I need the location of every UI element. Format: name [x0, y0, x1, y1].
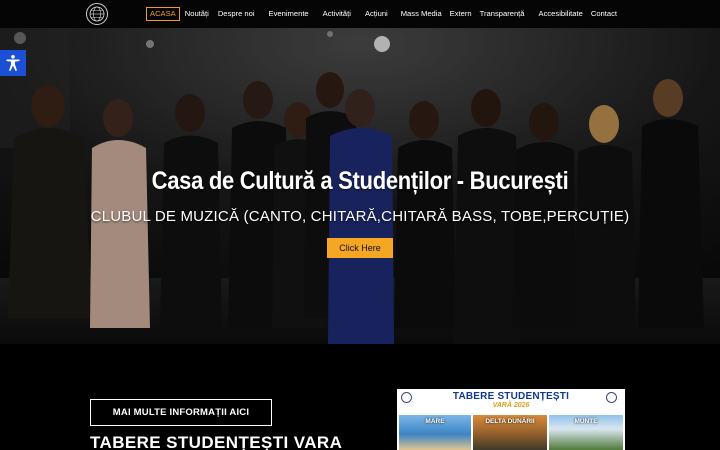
- globe-logo-icon: [89, 6, 105, 22]
- nav-item-evenimente[interactable]: Evenimente: [269, 8, 309, 20]
- poster-panel-label: DELTA DUNĂRII: [485, 418, 535, 425]
- accessibility-toggle-button[interactable]: [0, 50, 26, 76]
- poster-panel-mountain: MUNTE: [549, 415, 623, 450]
- info-section: MAI MULTE INFORMAȚII AICI TABERE STUDENȚ…: [0, 344, 720, 450]
- nav-item-acasa[interactable]: ACASA: [146, 7, 180, 21]
- poster-panel-label: MARE: [425, 418, 445, 425]
- site-logo[interactable]: [86, 3, 108, 25]
- nav-item-extern[interactable]: Extern: [450, 8, 472, 20]
- click-here-button[interactable]: Click Here: [327, 238, 393, 258]
- poster-panel-delta: DELTA DUNĂRII: [473, 415, 547, 450]
- section-heading: TABERE STUDENȚEȘTI VARA: [90, 433, 343, 450]
- hero-banner: Casa de Cultură a Studenților - Bucureșt…: [0, 28, 720, 344]
- nav-item-contact[interactable]: Contact: [591, 8, 617, 20]
- nav-item-transparenta[interactable]: Transparență: [480, 8, 525, 20]
- main-menu: ACASA Noutăți Despre noi Evenimente Acti…: [146, 7, 617, 21]
- nav-item-despre-noi[interactable]: Despre noi: [218, 8, 255, 20]
- student-camps-poster[interactable]: TABERE STUDENȚEȘTI VARĂ 2026 MARE DELTA …: [397, 389, 625, 450]
- poster-subtitle: VARĂ 2026: [492, 402, 530, 409]
- hero-subtitle: CLUBUL DE MUZICĂ (CANTO, CHITARĂ,CHITARĂ…: [90, 208, 630, 225]
- poster-panel-sea: MARE: [399, 415, 471, 450]
- nav-item-accesibilitate[interactable]: Accesibilitate: [539, 8, 583, 20]
- nav-item-mass-media[interactable]: Mass Media: [401, 8, 442, 20]
- poster-title: TABERE STUDENȚEȘTI: [452, 391, 570, 402]
- poster-panel-label: MUNTE: [574, 418, 598, 425]
- nav-item-activitati[interactable]: Activități: [323, 8, 351, 20]
- accessibility-icon: [6, 55, 20, 71]
- more-info-button[interactable]: MAI MULTE INFORMAȚII AICI: [90, 399, 272, 426]
- top-navigation-bar: ACASA Noutăți Despre noi Evenimente Acti…: [0, 0, 720, 28]
- nav-item-actiuni[interactable]: Acțiuni: [365, 8, 388, 20]
- hero-title: Casa de Cultură a Studenților - Bucureșt…: [151, 166, 569, 195]
- nav-item-noutati[interactable]: Noutăți: [185, 8, 209, 20]
